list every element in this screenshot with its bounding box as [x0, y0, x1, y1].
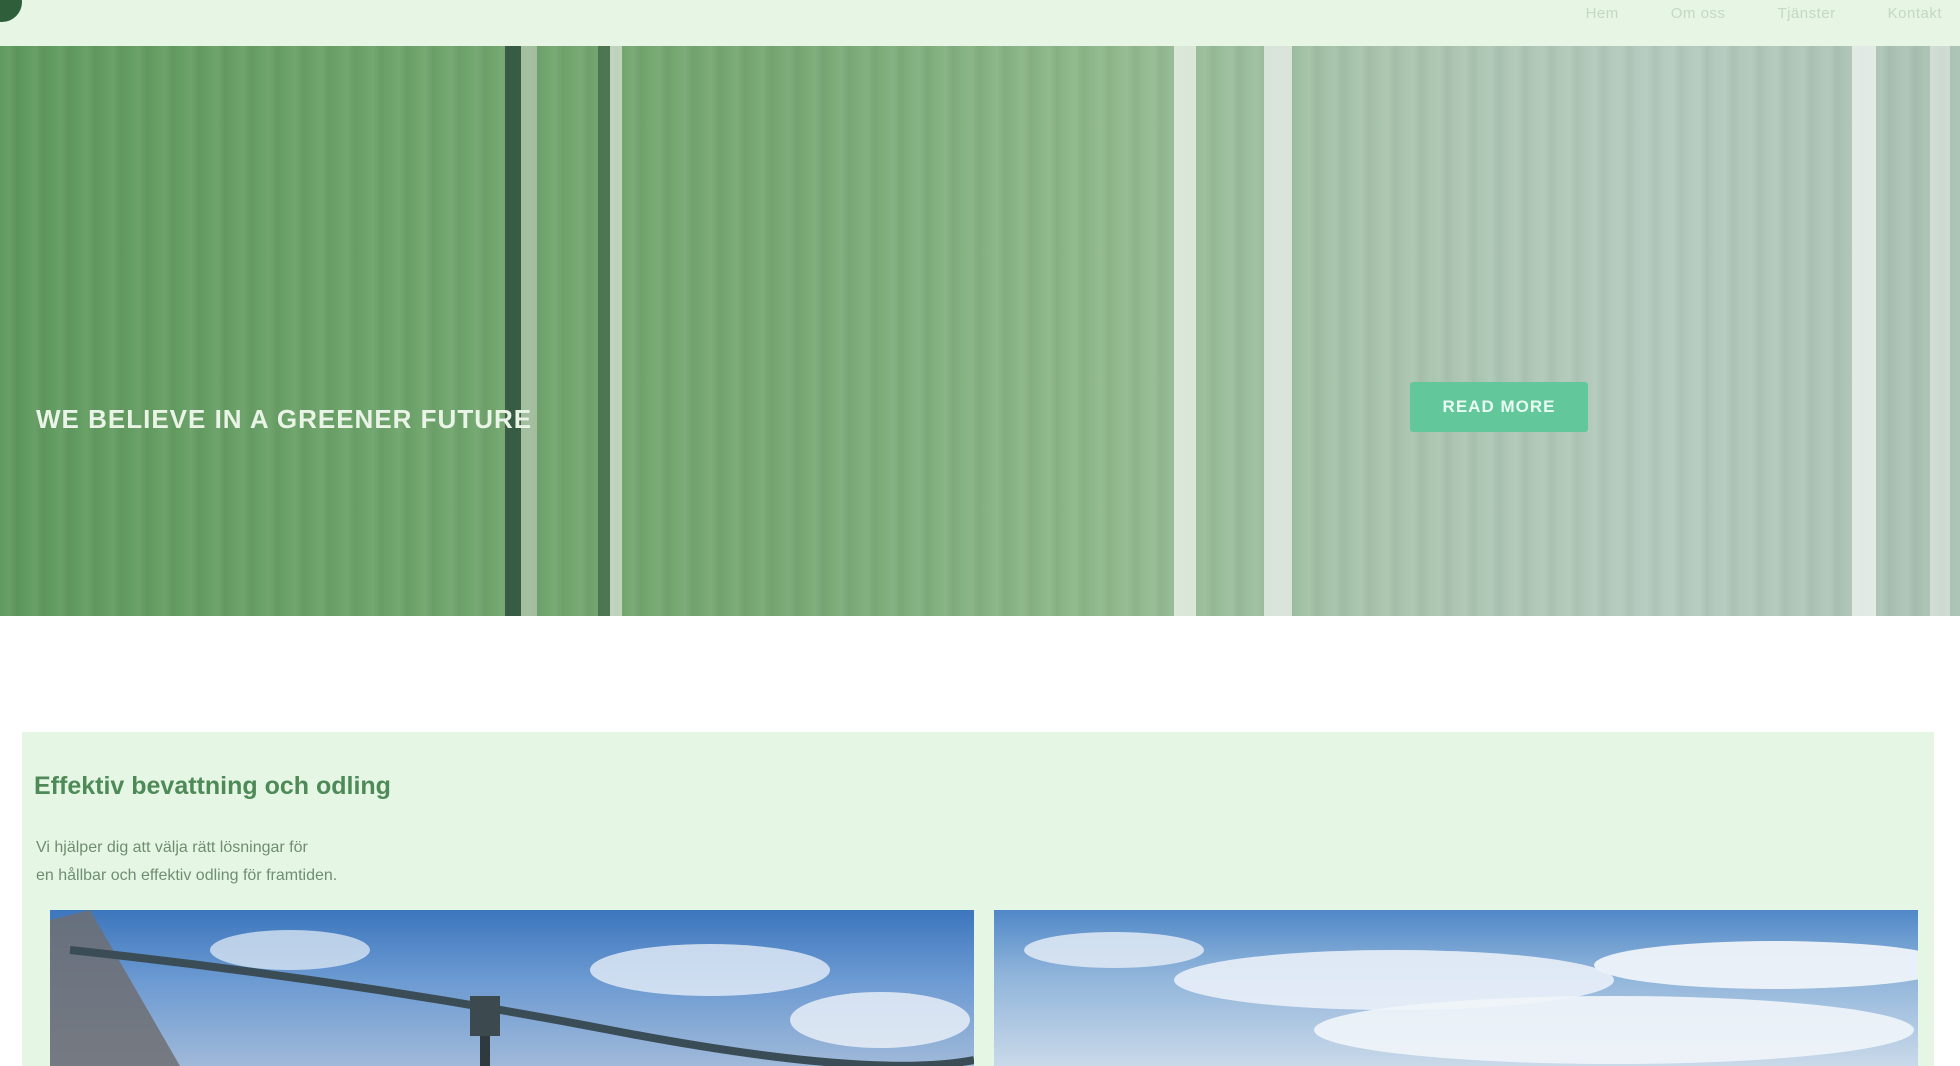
- irrigation-photo: [50, 910, 974, 1066]
- cloudy-sky-image: [1024, 932, 1918, 1064]
- field-row-divider: [505, 46, 521, 616]
- section-description-line: Vi hjälper dig att välja rätt lösningar …: [36, 839, 308, 856]
- field-row-divider: [521, 46, 537, 616]
- logo[interactable]: [0, 0, 22, 22]
- irrigation-section: Effektiv bevattning och odling Vi hjälpe…: [22, 732, 1934, 1066]
- section-description-line: en hållbar och effektiv odling för framt…: [36, 867, 338, 884]
- nav-item-about[interactable]: Om oss: [1671, 5, 1726, 22]
- read-more-button[interactable]: READ MORE: [1410, 382, 1588, 432]
- field-row-divider: [1174, 46, 1196, 616]
- field-row-divider: [1852, 46, 1876, 616]
- nav-item-contact[interactable]: Kontakt: [1888, 5, 1942, 22]
- field-row-divider: [610, 46, 622, 616]
- sky-photo: [994, 910, 1918, 1066]
- hero-banner: WE BELIEVE IN A GREENER FUTURE READ MORE: [0, 46, 1960, 616]
- field-row-divider: [1264, 46, 1292, 616]
- section-title: Effektiv bevattning och odling: [34, 772, 391, 800]
- field-row-divider: [598, 46, 610, 616]
- nav-item-home[interactable]: Hem: [1586, 5, 1619, 22]
- top-navigation-bar: Hem Om oss Tjänster Kontakt: [0, 0, 1960, 46]
- hero-title: WE BELIEVE IN A GREENER FUTURE: [36, 404, 533, 434]
- main-nav: Hem Om oss Tjänster Kontakt: [1586, 0, 1942, 26]
- nav-item-services[interactable]: Tjänster: [1777, 5, 1835, 22]
- field-texture: [0, 46, 1960, 616]
- irrigation-pivot-image: [50, 910, 974, 1066]
- section-description: Vi hjälper dig att välja rätt lösningar …: [36, 834, 516, 890]
- field-row-divider: [1930, 46, 1950, 616]
